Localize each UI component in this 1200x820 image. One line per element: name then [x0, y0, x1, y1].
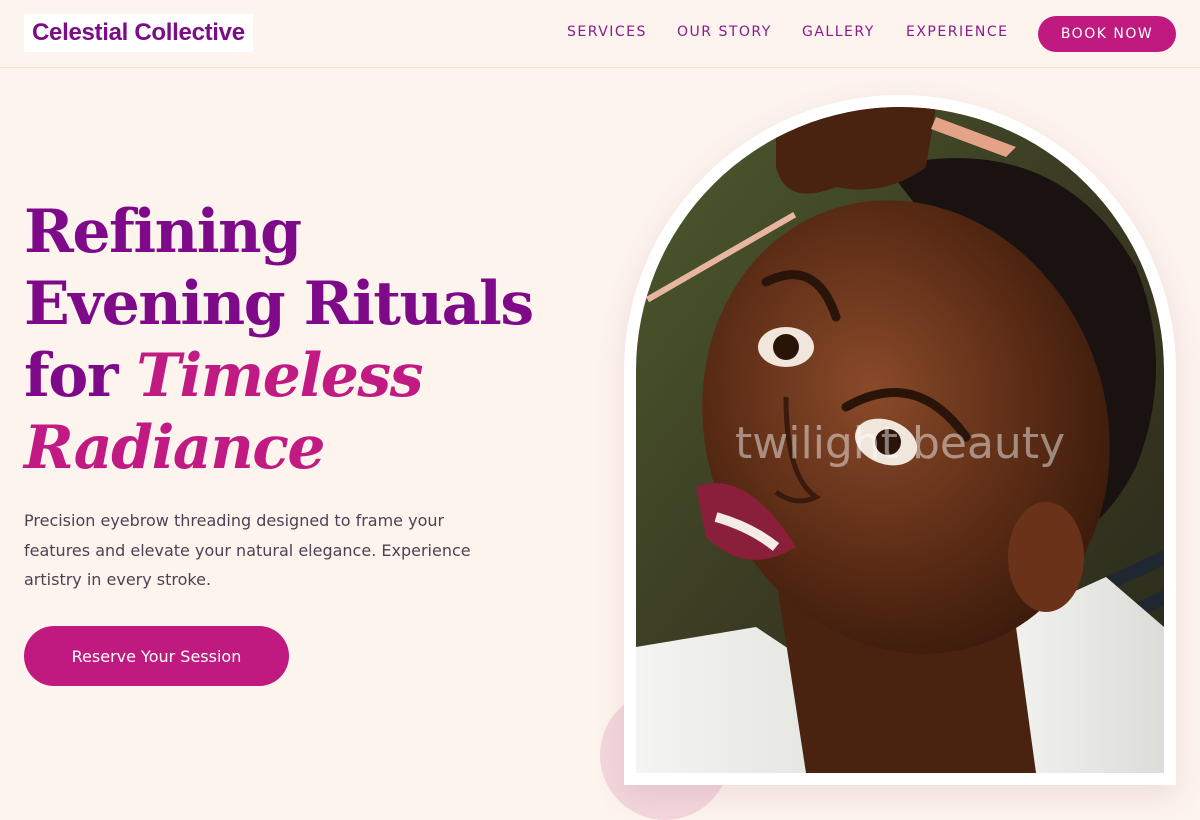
hero-title-emphasis-radiance: Radiance — [24, 413, 326, 483]
reserve-session-button[interactable]: Reserve Your Session — [24, 626, 289, 686]
nav-link-gallery[interactable]: GALLERY — [802, 24, 875, 40]
hero-description: Precision eyebrow threading designed to … — [24, 511, 471, 589]
hero-title: Refining Evening Rituals for Timeless Ra… — [24, 196, 534, 484]
hero-title-line-1: Refining — [24, 197, 302, 267]
brand-logo[interactable]: Celestial Collective — [24, 14, 253, 52]
hero-title-emphasis-timeless: Timeless — [136, 341, 423, 411]
site-header: Celestial Collective SERVICES OUR STORY … — [0, 0, 1200, 68]
hero-photo-illustration — [636, 107, 1164, 773]
hero-photo — [636, 107, 1164, 773]
nav-link-experience[interactable]: EXPERIENCE — [906, 24, 1009, 40]
hero-title-line-2: Evening Rituals — [24, 269, 534, 339]
nav-link-services[interactable]: SERVICES — [567, 24, 647, 40]
nav-link-our-story[interactable]: OUR STORY — [677, 24, 772, 40]
hero-title-line-3: for — [24, 341, 137, 411]
book-now-button[interactable]: BOOK NOW — [1038, 16, 1176, 52]
